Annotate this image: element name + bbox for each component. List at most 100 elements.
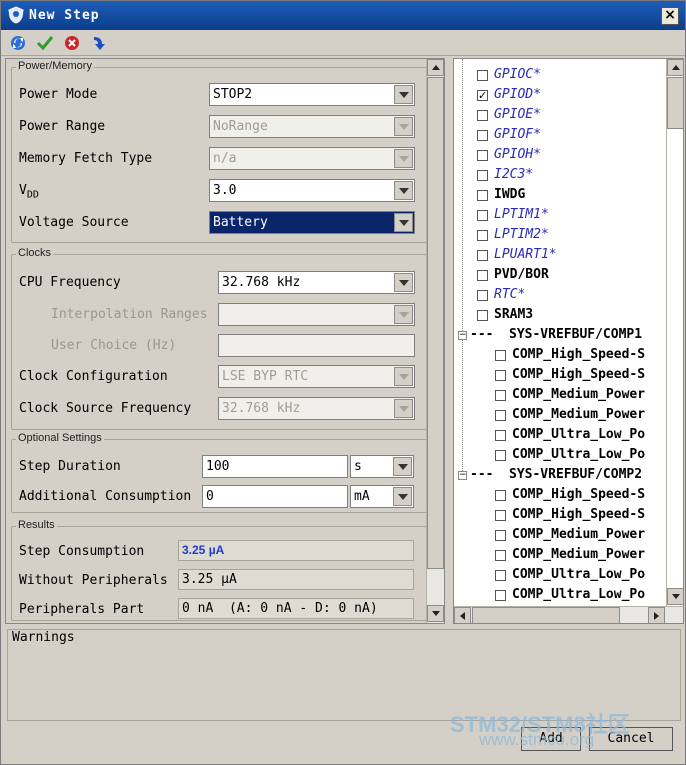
cpu-frequency-select[interactable]: 32.768 kHz bbox=[218, 271, 415, 294]
checkbox-icon[interactable] bbox=[477, 70, 488, 81]
toolbar bbox=[1, 30, 685, 56]
close-button[interactable]: × bbox=[661, 7, 679, 25]
checked-checkbox-icon[interactable]: ✓ bbox=[477, 90, 488, 101]
collapse-icon[interactable]: − bbox=[458, 331, 467, 340]
tree-item-label: COMP_High_Speed-S bbox=[512, 487, 646, 502]
clock-source-frequency-select[interactable]: 32.768 kHz bbox=[218, 397, 415, 420]
checkbox-icon[interactable] bbox=[495, 450, 506, 461]
tree-item-label: COMP_Ultra_Low_Po bbox=[512, 447, 646, 462]
power-memory-group: Power/Memory Power Mode STOP2 Power Rang… bbox=[11, 60, 427, 243]
step-duration-label: Step Duration bbox=[19, 459, 121, 474]
chevron-down-icon[interactable] bbox=[393, 487, 412, 506]
chevron-down-icon[interactable] bbox=[394, 367, 413, 386]
vdd-select[interactable]: 3.0 bbox=[209, 179, 415, 202]
scroll-thumb[interactable] bbox=[427, 77, 444, 569]
power-mode-label: Power Mode bbox=[19, 87, 98, 102]
voltage-source-select[interactable]: Battery bbox=[209, 211, 415, 234]
import-icon[interactable] bbox=[88, 32, 109, 53]
scroll-down-icon[interactable] bbox=[667, 588, 683, 605]
step-duration-unit-select[interactable]: s bbox=[350, 455, 414, 478]
chevron-down-icon[interactable] bbox=[394, 399, 413, 418]
checkbox-icon[interactable] bbox=[477, 110, 488, 121]
title-bar[interactable]: New Step × bbox=[1, 1, 685, 30]
cancel-icon[interactable] bbox=[61, 32, 82, 53]
scroll-right-icon[interactable] bbox=[648, 607, 665, 623]
cpu-frequency-label: CPU Frequency bbox=[19, 275, 121, 290]
tree-item-label: COMP_Medium_Power bbox=[512, 387, 646, 402]
chevron-down-icon[interactable] bbox=[394, 213, 413, 232]
tree-horizontal-scrollbar[interactable] bbox=[454, 606, 683, 623]
scroll-thumb[interactable] bbox=[667, 77, 683, 129]
scroll-up-icon[interactable] bbox=[667, 59, 683, 76]
checkbox-icon[interactable] bbox=[495, 570, 506, 581]
checkbox-icon[interactable] bbox=[477, 150, 488, 161]
step-consumption-label: Step Consumption bbox=[19, 544, 145, 559]
checkbox-icon[interactable] bbox=[477, 210, 488, 221]
memory-fetch-type-label: Memory Fetch Type bbox=[19, 151, 153, 166]
chevron-down-icon[interactable] bbox=[394, 85, 413, 104]
user-choice-input[interactable] bbox=[218, 334, 415, 357]
checkbox-icon[interactable] bbox=[477, 270, 488, 281]
tree-item-label: COMP_High_Speed-S bbox=[512, 507, 646, 522]
app-shield-icon bbox=[8, 6, 24, 24]
checkbox-icon[interactable] bbox=[477, 290, 488, 301]
chevron-down-icon[interactable] bbox=[394, 149, 413, 168]
tree-item-label: RTC* bbox=[494, 287, 526, 302]
checkbox-icon[interactable] bbox=[477, 130, 488, 141]
power-range-select[interactable]: NoRange bbox=[209, 115, 415, 138]
optional-settings-legend: Optional Settings bbox=[16, 432, 104, 444]
tree-item-label: COMP_Ultra_Low_Po bbox=[512, 427, 646, 442]
tree-item-label: SRAM3 bbox=[494, 307, 534, 322]
tree-group-label: SYS-VREFBUF/COMP1 bbox=[509, 327, 643, 342]
additional-consumption-input[interactable]: 0 bbox=[202, 485, 348, 508]
scroll-down-icon[interactable] bbox=[427, 605, 444, 622]
checkbox-icon[interactable] bbox=[477, 170, 488, 181]
power-memory-legend: Power/Memory bbox=[16, 60, 94, 72]
check-icon[interactable] bbox=[34, 32, 55, 53]
peripherals-tree: GPIOC* ✓ GPIOD* GPIOE* GPIOF* GPIOH* I2C3* IWDG… bbox=[453, 58, 684, 624]
chevron-down-icon[interactable] bbox=[393, 457, 412, 476]
tree-item-label: GPIOD* bbox=[494, 87, 541, 102]
tree-item-label: COMP_Medium_Power bbox=[512, 547, 646, 562]
chevron-down-icon[interactable] bbox=[394, 305, 413, 324]
checkbox-icon[interactable] bbox=[495, 370, 506, 381]
checkbox-icon[interactable] bbox=[495, 430, 506, 441]
scroll-up-icon[interactable] bbox=[427, 59, 444, 76]
watermark-url: www.stmcu.org bbox=[479, 730, 595, 749]
memory-fetch-type-select[interactable]: n/a bbox=[209, 147, 415, 170]
chevron-down-icon[interactable] bbox=[394, 181, 413, 200]
interpolation-ranges-select[interactable] bbox=[218, 303, 415, 326]
checkbox-icon[interactable] bbox=[495, 350, 506, 361]
checkbox-icon[interactable] bbox=[495, 550, 506, 561]
additional-consumption-unit-select[interactable]: mA bbox=[350, 485, 414, 508]
checkbox-icon[interactable] bbox=[477, 190, 488, 201]
refresh-icon[interactable] bbox=[7, 32, 28, 53]
checkbox-icon[interactable] bbox=[495, 530, 506, 541]
tree-item-label: PVD/BOR bbox=[494, 267, 549, 282]
without-peripherals-value: 3.25 µA bbox=[178, 569, 414, 590]
scroll-thumb[interactable] bbox=[472, 607, 620, 623]
checkbox-icon[interactable] bbox=[495, 590, 506, 601]
clock-configuration-select[interactable]: LSE BYP RTC bbox=[218, 365, 415, 388]
chevron-down-icon[interactable] bbox=[394, 117, 413, 136]
checkbox-icon[interactable] bbox=[495, 490, 506, 501]
settings-scrollbar[interactable] bbox=[426, 59, 444, 623]
tree-item-label: COMP_Medium_Power bbox=[512, 407, 646, 422]
tree-item-label: LPTIM1* bbox=[494, 207, 549, 222]
checkbox-icon[interactable] bbox=[495, 510, 506, 521]
collapse-icon[interactable]: − bbox=[458, 471, 467, 480]
checkbox-icon[interactable] bbox=[477, 250, 488, 261]
checkbox-icon[interactable] bbox=[477, 310, 488, 321]
checkbox-icon[interactable] bbox=[495, 410, 506, 421]
optional-settings-group: Optional Settings Step Duration 100 s Ad… bbox=[11, 432, 427, 513]
chevron-down-icon[interactable] bbox=[394, 273, 413, 292]
step-duration-input[interactable]: 100 bbox=[202, 455, 348, 478]
tree-item-label: GPIOH* bbox=[494, 147, 541, 162]
scroll-left-icon[interactable] bbox=[454, 607, 471, 623]
tree-vertical-scrollbar[interactable] bbox=[666, 59, 683, 606]
clocks-legend: Clocks bbox=[16, 247, 54, 259]
checkbox-icon[interactable] bbox=[495, 390, 506, 401]
power-mode-select[interactable]: STOP2 bbox=[209, 83, 415, 106]
vdd-label: VDD bbox=[19, 183, 39, 201]
checkbox-icon[interactable] bbox=[477, 230, 488, 241]
